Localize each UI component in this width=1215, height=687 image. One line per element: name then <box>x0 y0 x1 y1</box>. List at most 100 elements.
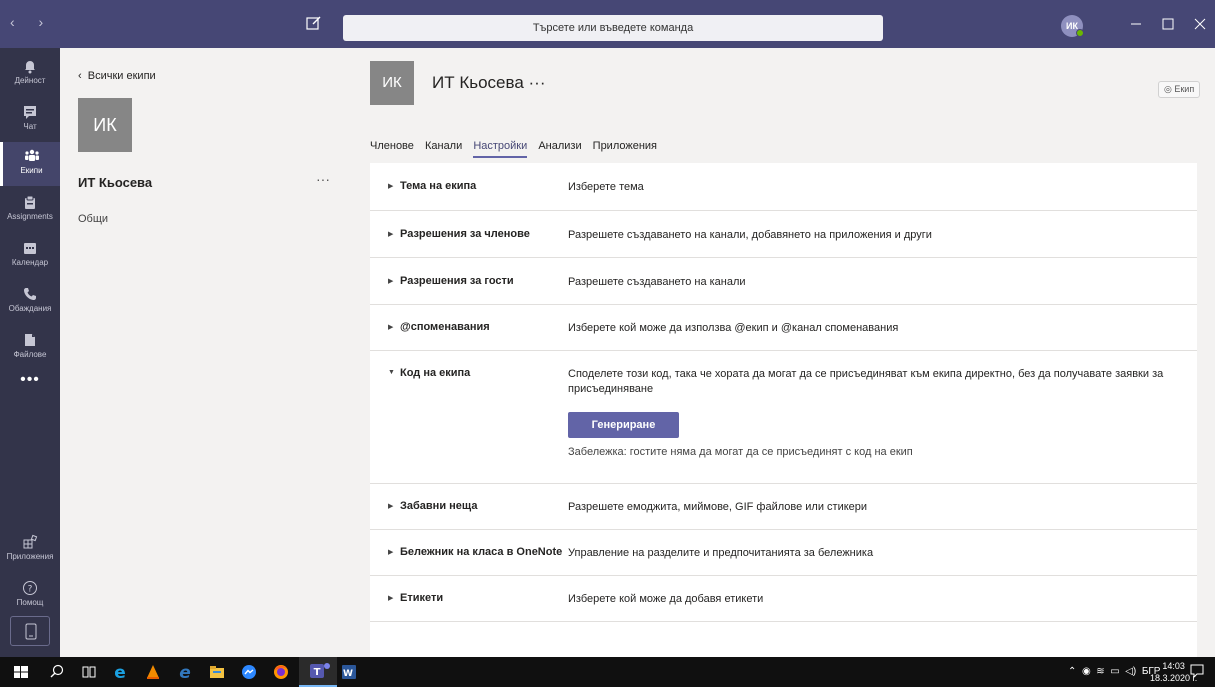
close-icon[interactable] <box>1188 13 1212 35</box>
rail-item-calls[interactable]: Обаждания <box>0 280 60 324</box>
setting-row-fun-stuff[interactable]: ▶ Забавни неща Разрешете емоджита, миймо… <box>370 484 1197 530</box>
caret-right-icon: ▶ <box>388 595 394 602</box>
rail-item-teams[interactable]: Екипи <box>0 142 60 186</box>
tab-members[interactable]: Членове <box>370 140 414 156</box>
rail-item-apps[interactable]: Приложения <box>0 528 60 572</box>
teams-taskbar-button[interactable]: T <box>299 657 337 687</box>
setting-description: Управление на разделите и предпочитаният… <box>568 547 874 559</box>
setting-name: Код на екипа <box>400 367 471 379</box>
svg-text:e: e <box>114 663 126 681</box>
setting-row-member-permissions[interactable]: ▶ Разрешения за членове Разрешете създав… <box>370 211 1197 258</box>
caret-right-icon: ▶ <box>388 503 394 510</box>
team-name[interactable]: ИТ Кьосева <box>78 175 152 190</box>
rail-item-help[interactable]: ? Помощ <box>0 574 60 618</box>
caret-right-icon: ▶ <box>388 324 394 331</box>
team-visibility-badge[interactable]: ◎ Екип <box>1158 81 1201 98</box>
calendar-icon <box>22 240 38 256</box>
guest-note: Забележка: гостите няма да могат да се п… <box>568 446 913 458</box>
rail-item-chat[interactable]: Чат <box>0 98 60 142</box>
file-explorer-icon[interactable] <box>208 663 226 681</box>
setting-description: Изберете кой може да добавя етикети <box>568 593 764 605</box>
rail-label: Помощ <box>16 598 44 607</box>
word-icon[interactable]: W <box>340 663 358 681</box>
caret-right-icon: ▶ <box>388 231 394 238</box>
battery-icon[interactable]: ▭ <box>1110 666 1119 677</box>
all-teams-link[interactable]: ‹ Всички екипи <box>78 70 156 82</box>
setting-name: Бележник на класа в OneNote <box>400 546 563 558</box>
setting-row-team-theme[interactable]: ▶ Тема на екипа Изберете тема <box>370 163 1197 211</box>
notifications-icon[interactable] <box>1189 664 1205 679</box>
tab-analytics[interactable]: Анализи <box>538 140 581 156</box>
tab-apps[interactable]: Приложения <box>593 140 657 156</box>
rail-label: Обаждания <box>8 304 52 313</box>
compose-icon[interactable] <box>303 12 325 34</box>
setting-name: Тема на екипа <box>400 180 477 192</box>
maximize-icon[interactable] <box>1156 13 1180 35</box>
chevron-up-icon[interactable]: ⌃ <box>1068 666 1076 677</box>
rail-item-assignments[interactable]: Assignments <box>0 188 60 232</box>
all-teams-label: Всички екипи <box>87 70 156 82</box>
rail-label: Приложения <box>6 552 54 561</box>
setting-description: Споделете този код, така че хората да мо… <box>568 368 1164 395</box>
windows-taskbar: e e T W ⌃ ◉ ≋ ▭ ◁) БГР 14:03 18.3.2020 г… <box>0 657 1215 687</box>
rail-label: Дейност <box>14 76 46 85</box>
rail-item-calendar[interactable]: Календар <box>0 234 60 278</box>
app-rail: Дейност Чат Екипи Assignments Календар О… <box>0 48 60 657</box>
svg-text:T: T <box>314 667 321 678</box>
setting-row-onenote-class-notebook[interactable]: ▶ Бележник на класа в OneNote Управление… <box>370 530 1197 576</box>
network-icon[interactable]: ◉ <box>1082 666 1091 677</box>
device-icon[interactable] <box>10 616 50 646</box>
rail-label: Календар <box>11 258 49 267</box>
wifi-icon[interactable]: ≋ <box>1096 666 1104 677</box>
edge-legacy-icon[interactable]: e <box>176 663 194 683</box>
back-forward-arrows[interactable]: ‹ › <box>10 14 53 30</box>
help-icon: ? <box>22 580 38 596</box>
messenger-icon[interactable] <box>240 663 258 681</box>
setting-name: Разрешения за гости <box>400 275 514 287</box>
chat-icon <box>22 104 38 120</box>
system-tray[interactable]: ⌃ ◉ ≋ ▭ ◁) БГР <box>1068 666 1160 677</box>
svg-text:?: ? <box>28 585 33 595</box>
settings-list: ▶ Тема на екипа Изберете тема ▶ Разрешен… <box>370 163 1197 671</box>
search-icon[interactable] <box>48 663 66 681</box>
rail-label: Чат <box>23 122 37 131</box>
more-apps-icon[interactable]: ••• <box>0 371 60 389</box>
rail-item-files[interactable]: Файлове <box>0 326 60 370</box>
setting-row-tags[interactable]: ▶ Етикети Изберете кой може да добавя ет… <box>370 576 1197 622</box>
firefox-icon[interactable] <box>272 663 290 681</box>
setting-description: Разрешете емоджита, миймове, GIF файлове… <box>568 501 868 513</box>
windows-start-icon[interactable] <box>12 663 30 681</box>
channel-item-general[interactable]: Общи <box>78 213 108 225</box>
team-avatar: ИК <box>78 98 132 152</box>
caret-down-icon[interactable]: ▼ <box>388 369 395 376</box>
files-icon <box>22 332 38 348</box>
bell-icon <box>22 58 38 74</box>
rail-label: Assignments <box>7 212 53 221</box>
setting-description: Изберете кой може да използва @екип и @к… <box>568 322 899 334</box>
team-more-options-icon[interactable]: ··· <box>316 171 330 187</box>
page-title[interactable]: ИТ Кьосева ··· <box>432 73 546 93</box>
setting-row-guest-permissions[interactable]: ▶ Разрешения за гости Разрешете създаван… <box>370 258 1197 305</box>
tab-settings[interactable]: Настройки <box>473 140 528 158</box>
setting-name: Забавни неща <box>400 500 478 512</box>
setting-row-mentions[interactable]: ▶ @споменавания Изберете кой може да изп… <box>370 305 1197 351</box>
internet-explorer-icon[interactable]: e <box>111 663 129 683</box>
setting-description: Изберете тема <box>568 181 644 193</box>
setting-name: Етикети <box>400 592 444 604</box>
task-view-icon[interactable] <box>80 663 98 681</box>
setting-row-team-code: ▼ Код на екипа Споделете този код, така … <box>370 351 1197 484</box>
chevron-left-icon: ‹ <box>78 70 88 82</box>
minimize-icon[interactable] <box>1124 13 1148 35</box>
generate-button[interactable]: Генериране <box>568 412 679 438</box>
volume-icon[interactable]: ◁) <box>1125 666 1136 677</box>
setting-description: Разрешете създаването на канали, добавян… <box>568 229 932 241</box>
svg-text:e: e <box>179 663 191 681</box>
tab-channels[interactable]: Канали <box>425 140 462 156</box>
phone-icon <box>22 286 38 302</box>
rail-item-activity[interactable]: Дейност <box>0 52 60 96</box>
vlc-icon[interactable] <box>144 663 162 681</box>
caret-right-icon: ▶ <box>388 183 394 190</box>
caret-right-icon: ▶ <box>388 549 394 556</box>
caret-right-icon: ▶ <box>388 278 394 285</box>
search-input[interactable]: Търсете или въведете команда <box>343 15 883 41</box>
